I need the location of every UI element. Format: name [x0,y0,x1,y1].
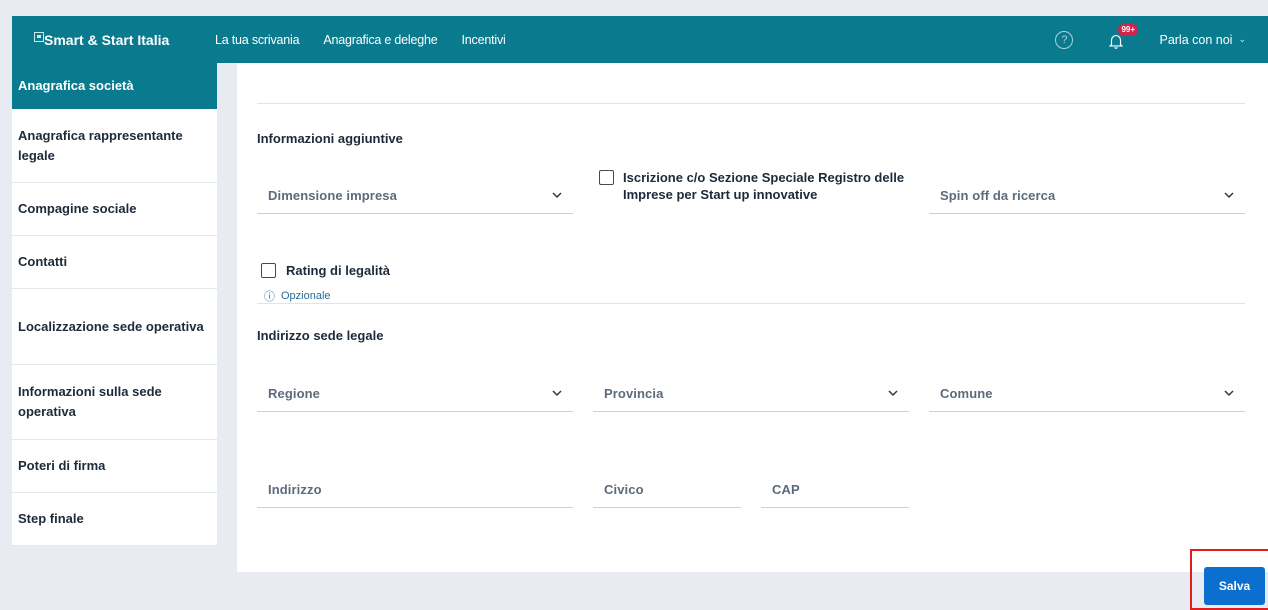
logo-image-icon [34,31,44,42]
province-select[interactable]: Provincia [593,376,909,412]
sidebar-item-label: Anagrafica rappresentante legale [18,127,183,163]
address-input[interactable]: Indirizzo [257,472,573,508]
spin-off-placeholder: Spin off da ricerca [940,188,1056,203]
rating-checkbox-label: Rating di legalità [286,263,391,278]
nav-link-anagrafica-deleghe[interactable]: Anagrafica e deleghe [323,33,437,47]
sidebar-item-step-finale[interactable]: Step finale [12,493,217,546]
legal-address-title: Indirizzo sede legale [257,328,384,343]
chevron-down-icon [552,192,562,199]
sidebar-item-label: Compagine sociale [18,201,137,216]
sidebar-item-rappresentante-legale[interactable]: Anagrafica rappresentante legale [12,109,217,183]
form-card: Informazioni aggiuntive Dimensione impre… [237,63,1268,572]
municipality-placeholder: Comune [940,386,993,401]
sidebar-item-localizzazione-sede[interactable]: Localizzazione sede operativa [12,289,217,365]
registry-checkbox-label: Iscrizione c/o Sezione Speciale Registro… [623,170,905,202]
sidebar-item-label: Contatti [18,254,68,269]
rating-checkbox[interactable] [261,263,276,278]
optional-hint-text: Opzionale [281,290,331,302]
divider [257,103,1245,104]
talk-with-us-menu[interactable]: Parla con noi ⌄ [1159,33,1246,47]
sidebar-item-label: Poteri di firma [18,458,106,473]
notifications-button[interactable]: 99+ [1107,23,1139,50]
additional-info-title: Informazioni aggiuntive [257,131,403,146]
main-nav: La tua scrivania Anagrafica e deleghe In… [215,33,506,47]
chevron-down-icon [1224,390,1234,397]
cap-input[interactable]: CAP [761,472,909,508]
registry-checkbox[interactable] [599,170,614,185]
divider [257,303,1245,304]
province-placeholder: Provincia [604,386,664,401]
brand-logo[interactable]: Smart & Start Italia [12,16,215,63]
notification-badge: 99+ [1118,23,1139,36]
sidebar-item-label: Informazioni sulla sede operativa [18,384,162,419]
sidebar-item-compagine-sociale[interactable]: Compagine sociale [12,183,217,236]
talk-label: Parla con noi [1159,32,1233,47]
chevron-down-icon [888,390,898,397]
sidebar-item-label: Localizzazione sede operativa [18,318,204,334]
sidebar-item-poteri-firma[interactable]: Poteri di firma [12,440,217,493]
chevron-down-icon [1224,192,1234,199]
chevron-down-icon [552,390,562,397]
sidebar-item-label: Step finale [18,511,84,526]
spin-off-select[interactable]: Spin off da ricerca [929,178,1245,214]
sidebar-item-label: Anagrafica società [18,78,134,93]
region-select[interactable]: Regione [257,376,573,412]
sidebar-item-informazioni-sede[interactable]: Informazioni sulla sede operativa [12,365,217,440]
chevron-down-icon: ⌄ [1238,34,1246,44]
nav-link-incentivi[interactable]: Incentivi [462,33,506,47]
civic-placeholder: Civico [604,482,644,497]
company-size-select[interactable]: Dimensione impresa [257,178,573,214]
brand-name: Smart & Start Italia [44,31,170,48]
nav-link-scrivania[interactable]: La tua scrivania [215,33,300,47]
address-placeholder: Indirizzo [268,482,322,497]
sidebar: Anagrafica società Anagrafica rappresent… [12,63,217,546]
cap-placeholder: CAP [772,482,800,497]
civic-input[interactable]: Civico [593,472,741,508]
sidebar-item-contatti[interactable]: Contatti [12,236,217,289]
sidebar-item-anagrafica-societa[interactable]: Anagrafica società [12,63,217,109]
help-icon[interactable]: ? [1055,30,1074,49]
municipality-select[interactable]: Comune [929,376,1245,412]
header-actions: ? 99+ Parla con noi ⌄ [1055,16,1268,63]
region-placeholder: Regione [268,386,320,401]
company-size-placeholder: Dimensione impresa [268,188,397,203]
save-button[interactable]: Salva [1204,567,1265,605]
optional-hint: ⓘ Opzionale [264,288,331,304]
info-icon: ⓘ [264,291,275,303]
top-navigation-bar: Smart & Start Italia La tua scrivania An… [12,16,1268,63]
